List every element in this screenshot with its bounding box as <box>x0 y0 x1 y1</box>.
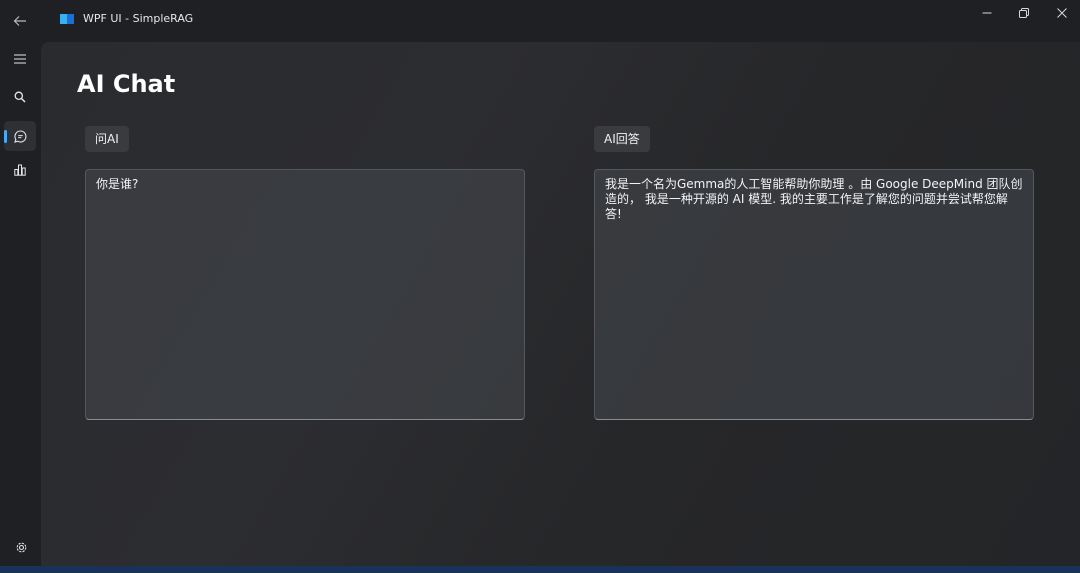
search-icon <box>14 91 26 103</box>
title-bar: WPF UI - SimpleRAG <box>0 0 1080 42</box>
question-input[interactable]: 你是谁? <box>85 169 525 420</box>
hamburger-menu-icon <box>14 54 26 64</box>
ai-answer-label: AI回答 <box>594 126 650 152</box>
ask-ai-label: 问AI <box>85 126 129 152</box>
gear-icon <box>16 542 26 552</box>
nav-menu-toggle[interactable] <box>4 44 36 74</box>
restore-icon <box>1019 8 1029 18</box>
answer-output[interactable]: 我是一个名为Gemma的人工智能帮助你助理 。由 Google DeepMind… <box>594 169 1034 420</box>
navigation-rail <box>0 42 41 573</box>
restore-button[interactable] <box>1006 2 1042 24</box>
nav-item-data[interactable] <box>4 155 36 185</box>
arrow-left-icon <box>13 16 26 26</box>
page-title: AI Chat <box>77 70 176 98</box>
minimize-button[interactable] <box>969 2 1005 24</box>
nav-item-search[interactable] <box>4 82 36 112</box>
chat-icon <box>13 129 26 143</box>
bar-chart-icon <box>14 164 26 176</box>
app-window: WPF UI - SimpleRAG AI Chat 问AI AI回答 你是谁?… <box>0 0 1080 573</box>
close-button[interactable] <box>1044 2 1080 24</box>
main-content: AI Chat 问AI AI回答 你是谁? 我是一个名为Gemma的人工智能帮助… <box>41 42 1080 566</box>
back-button[interactable] <box>6 7 34 35</box>
taskbar-edge <box>0 566 1080 573</box>
question-text: 你是谁? <box>96 177 139 191</box>
active-indicator <box>4 130 7 143</box>
nav-item-chat[interactable] <box>4 121 36 151</box>
minimize-icon <box>982 12 992 14</box>
app-logo-icon <box>60 14 74 24</box>
settings-button[interactable] <box>6 532 36 562</box>
window-title: WPF UI - SimpleRAG <box>83 12 194 25</box>
answer-text: 我是一个名为Gemma的人工智能帮助你助理 。由 Google DeepMind… <box>605 177 1023 221</box>
close-icon <box>1057 8 1067 18</box>
